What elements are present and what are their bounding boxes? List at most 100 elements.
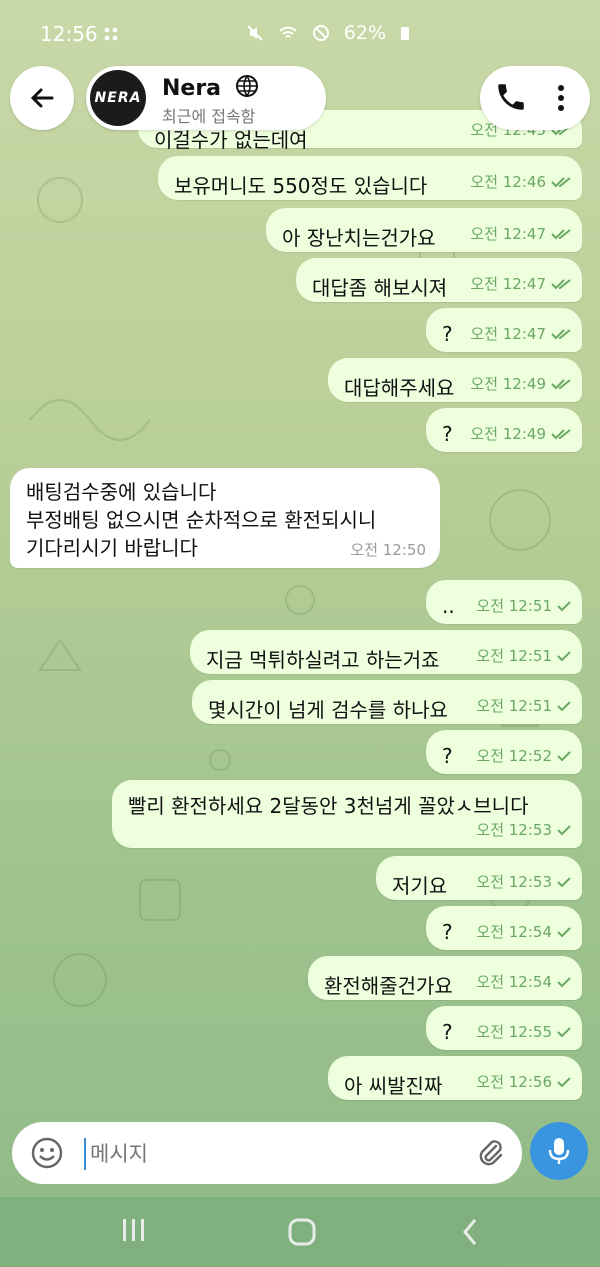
globe-icon — [235, 75, 258, 98]
outgoing-message[interactable]: ? 오전 12:55 — [426, 1006, 582, 1050]
message-time: 오전 12:54 — [476, 973, 552, 991]
message-list[interactable]: 이걸수가 없는데여 오전 12:45 보유머니도 550정도 있습니다 오전 12:4… — [0, 110, 600, 1110]
system-back-button[interactable] — [450, 1217, 490, 1247]
composer-pill — [12, 1122, 522, 1184]
read-checks-icon — [551, 176, 571, 187]
message-text: ? — [442, 322, 453, 346]
message-text: ? — [442, 744, 453, 768]
message-text: .. — [442, 594, 455, 618]
do-not-disturb-icon — [312, 25, 329, 41]
wifi-icon — [279, 26, 297, 38]
sent-check-icon — [557, 926, 571, 937]
message-meta: 오전 12:52 — [476, 745, 572, 766]
app-grid-icon — [104, 26, 118, 45]
outgoing-message[interactable]: ? 오전 12:52 — [426, 730, 582, 774]
outgoing-message[interactable]: 대답해주세요 오전 12:49 — [328, 358, 582, 402]
message-text: ? — [442, 920, 453, 944]
status-icons: 62% — [246, 22, 410, 44]
message-time: 오전 12:53 — [476, 873, 552, 891]
sent-check-icon — [557, 824, 571, 835]
message-text: 아 장난치는건가요 — [282, 226, 436, 250]
message-text: 지금 먹튀하실려고 하는거죠 — [206, 648, 440, 672]
battery-percent: 62% — [343, 22, 386, 44]
more-options-button[interactable] — [546, 80, 576, 116]
message-time: 오전 12:52 — [476, 747, 552, 765]
outgoing-message[interactable]: 대답좀 해보시져 오전 12:47 — [296, 258, 582, 302]
message-input[interactable] — [84, 1138, 452, 1170]
status-time: 12:56 — [40, 22, 98, 46]
outgoing-message[interactable]: ? 오전 12:54 — [426, 906, 582, 950]
sent-check-icon — [557, 650, 571, 661]
message-time: 오전 12:56 — [476, 1073, 552, 1091]
voice-message-button[interactable] — [530, 1122, 588, 1180]
read-checks-icon — [551, 328, 571, 339]
message-text: 빨리 환전하세요 2달동안 3천넘게 꼴았ㅅ브니다 — [128, 794, 529, 818]
contact-name-text: Nera — [162, 76, 222, 101]
arrow-left-icon — [30, 88, 54, 108]
message-time: 오전 12:55 — [476, 1023, 552, 1041]
emoji-icon — [31, 1137, 63, 1169]
outgoing-message[interactable]: 보유머니도 550정도 있습니다 오전 12:46 — [158, 156, 582, 200]
message-meta: 오전 12:55 — [476, 1021, 572, 1042]
message-time: 오전 12:50 — [350, 541, 426, 559]
outgoing-message[interactable]: ? 오전 12:47 — [426, 308, 582, 352]
message-meta: 오전 12:51 — [476, 595, 572, 616]
message-text: 대답좀 해보시져 — [312, 276, 448, 300]
read-checks-icon — [551, 278, 571, 289]
outgoing-message[interactable]: ? 오전 12:49 — [426, 408, 582, 452]
phone-icon — [498, 84, 524, 110]
system-nav-bar — [0, 1197, 600, 1267]
mute-icon — [247, 25, 263, 41]
read-checks-icon — [551, 428, 571, 439]
outgoing-message[interactable]: .. 오전 12:51 — [426, 580, 582, 624]
message-meta: 오전 12:47 — [470, 223, 572, 244]
sent-check-icon — [557, 976, 571, 987]
call-button[interactable] — [494, 80, 530, 116]
message-time: 오전 12:49 — [470, 425, 546, 443]
message-text: ? — [442, 1020, 453, 1044]
message-meta: 오전 12:51 — [476, 645, 572, 666]
message-time: 오전 12:47 — [470, 225, 546, 243]
message-text: 몇시간이 넘게 검수를 하나요 — [208, 698, 448, 722]
read-checks-icon — [551, 228, 571, 239]
chevron-left-icon — [463, 1219, 477, 1245]
attach-button[interactable] — [474, 1136, 508, 1170]
message-text: 배팅검수중에 있습니다 부정배팅 없으시면 순차적으로 환전되시니 기다리시기 … — [26, 480, 377, 560]
recent-apps-button[interactable] — [114, 1217, 154, 1247]
emoji-button[interactable] — [30, 1136, 64, 1170]
more-vert-icon — [558, 85, 564, 111]
outgoing-message[interactable]: 지금 먹튀하실려고 하는거죠 오전 12:51 — [190, 630, 582, 674]
header-actions — [480, 66, 590, 130]
sent-check-icon — [557, 1026, 571, 1037]
battery-icon — [401, 27, 409, 40]
message-meta: 오전 12:50 — [350, 539, 426, 560]
contact-info[interactable]: NERA Nera 최근에 접속함 — [86, 66, 326, 130]
message-text: 아 씨발진짜 — [344, 1074, 443, 1098]
message-composer — [12, 1122, 588, 1184]
outgoing-message[interactable]: 아 장난치는건가요 오전 12:47 — [266, 208, 582, 252]
message-meta: 오전 12:53 — [476, 819, 572, 840]
sent-check-icon — [557, 876, 571, 887]
home-button[interactable] — [282, 1217, 322, 1247]
message-time: 오전 12:53 — [476, 821, 552, 839]
incoming-message[interactable]: 배팅검수중에 있습니다 부정배팅 없으시면 순차적으로 환전되시니 기다리시기 … — [10, 468, 440, 568]
outgoing-message[interactable]: 빨리 환전하세요 2달동안 3천넘게 꼴았ㅅ브니다오전 12:53 — [112, 780, 582, 848]
outgoing-message[interactable]: 아 씨발진짜 오전 12:56 — [328, 1056, 582, 1100]
message-meta: 오전 12:51 — [476, 695, 572, 716]
message-time: 오전 12:51 — [476, 597, 552, 615]
message-meta: 오전 12:54 — [476, 921, 572, 942]
recents-icon — [123, 1219, 144, 1241]
message-time: 오전 12:49 — [470, 375, 546, 393]
sent-check-icon — [557, 1076, 571, 1087]
message-meta: 오전 12:53 — [476, 871, 572, 892]
outgoing-message[interactable]: 몇시간이 넘게 검수를 하나요 오전 12:51 — [192, 680, 582, 724]
sent-check-icon — [557, 600, 571, 611]
message-meta: 오전 12:54 — [476, 971, 572, 992]
message-time: 오전 12:47 — [470, 325, 546, 343]
message-text: 환전해줄건가요 — [324, 974, 453, 998]
back-button[interactable] — [10, 66, 74, 130]
outgoing-message[interactable]: 환전해줄건가요 오전 12:54 — [308, 956, 582, 1000]
message-meta: 오전 12:49 — [470, 373, 572, 394]
outgoing-message[interactable]: 저기요 오전 12:53 — [376, 856, 582, 900]
contact-name: Nera — [162, 74, 259, 101]
